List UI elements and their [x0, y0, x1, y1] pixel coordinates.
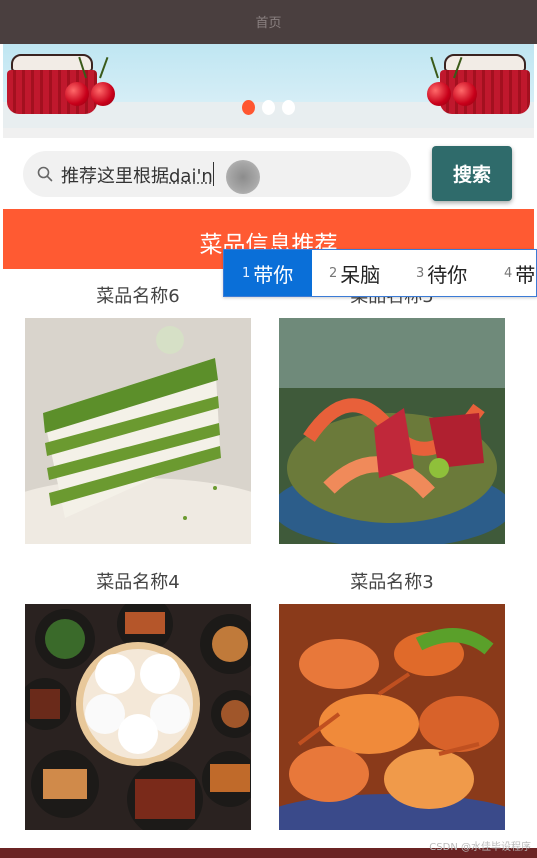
ime-candidate-4[interactable]: 4带介 — [504, 250, 536, 296]
dish-card[interactable]: 菜品名称3 — [279, 556, 505, 830]
ime-candidate-2[interactable]: 2 呆脑 — [329, 250, 380, 296]
ime-candidate-3[interactable]: 3 待你 — [416, 250, 467, 296]
search-icon — [37, 166, 53, 182]
carousel-indicator — [3, 100, 534, 115]
ime-composition: dai'n — [169, 166, 213, 187]
divider — [3, 128, 534, 138]
carousel-dot-1[interactable] — [242, 100, 255, 115]
banner-carousel[interactable] — [3, 44, 534, 128]
app-page: 首页 推荐这里根据dai'n 搜索 菜品信息推荐 菜品名称6 菜品名称4 菜品名… — [0, 0, 537, 858]
dish-image-crayfish[interactable] — [279, 604, 505, 830]
ime-candidate-1[interactable]: 1 带你 — [224, 250, 312, 296]
text-caret — [213, 162, 214, 186]
search-bar: 推荐这里根据dai'n 搜索 — [0, 138, 537, 208]
dish-name: 菜品名称4 — [96, 572, 180, 593]
dish-grid: 菜品名称6 菜品名称5 — [0, 270, 537, 848]
search-input[interactable]: 推荐这里根据dai'n — [23, 151, 411, 197]
search-button[interactable]: 搜索 — [432, 146, 512, 201]
dish-card[interactable]: 菜品名称4 — [25, 556, 251, 830]
dish-image-steamed-buns[interactable] — [25, 604, 251, 830]
title-bar: 首页 — [0, 0, 537, 44]
dish-name: 菜品名称6 — [96, 286, 180, 307]
search-input-text: 推荐这里根据dai'n — [61, 166, 213, 187]
carousel-dot-3[interactable] — [282, 100, 295, 115]
carousel-dot-2[interactable] — [262, 100, 275, 115]
dish-name: 菜品名称3 — [350, 572, 434, 593]
page-title: 首页 — [255, 16, 282, 31]
ime-candidate-bar: 1带你 2呆脑 3待你 4带介 — [223, 249, 537, 297]
dish-card[interactable]: 菜品名称6 — [25, 270, 251, 544]
dish-image-sashimi[interactable] — [279, 318, 505, 544]
dish-image-matcha-cake[interactable] — [25, 318, 251, 544]
touch-indicator — [226, 160, 260, 194]
watermark: CSDN @水佳毕设程序 — [429, 842, 531, 853]
